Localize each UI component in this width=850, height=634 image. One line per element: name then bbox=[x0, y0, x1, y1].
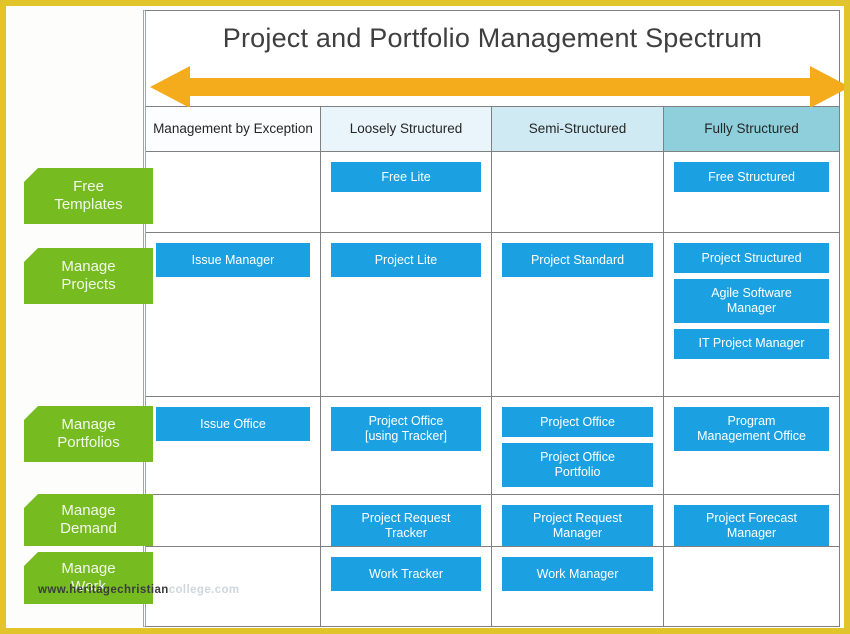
watermark-prefix: www. bbox=[38, 584, 70, 596]
cell-manage-projects-fully-structured: Project Structured Agile Software Manage… bbox=[664, 233, 839, 396]
cell-manage-projects-semi-structured: Project Standard bbox=[492, 233, 665, 396]
column-header-loosely-structured: Loosely Structured bbox=[320, 107, 492, 151]
product-chip[interactable]: Project Office bbox=[502, 407, 654, 437]
matrix-row-manage-work: Work Tracker Work Manager bbox=[146, 547, 839, 626]
row-label-manage-projects[interactable]: Manage Projects bbox=[24, 248, 153, 304]
product-chip[interactable]: Free Structured bbox=[674, 162, 829, 192]
row-label-free-templates[interactable]: Free Templates bbox=[24, 168, 153, 224]
column-header-fully-structured: Fully Structured bbox=[664, 107, 839, 151]
matrix-body: Free Lite Free Structured Issue Manager … bbox=[146, 152, 839, 626]
product-chip[interactable]: Work Manager bbox=[502, 557, 654, 591]
column-header-management-by-exception: Management by Exception bbox=[146, 107, 321, 151]
product-chip[interactable]: IT Project Manager bbox=[674, 328, 829, 359]
cell-free-templates-loosely-structured: Free Lite bbox=[321, 152, 492, 232]
watermark-mid: heritagechristian bbox=[69, 584, 169, 596]
product-chip[interactable]: Project Forecast Manager bbox=[674, 505, 829, 546]
spectrum-matrix: Project and Portfolio Management Spectru… bbox=[143, 10, 844, 627]
product-chip[interactable]: Project Request Tracker bbox=[330, 505, 481, 546]
product-chip[interactable]: Project Standard bbox=[502, 243, 654, 277]
page-title: Project and Portfolio Management Spectru… bbox=[222, 23, 763, 53]
matrix-row-manage-portfolios: Issue Office Project Office [using Track… bbox=[146, 397, 839, 495]
cell-free-templates-management-by-exception bbox=[146, 152, 321, 232]
cell-manage-portfolios-fully-structured: Program Management Office bbox=[664, 397, 839, 494]
matrix-row-manage-projects: Issue Manager Project Lite Project Stand… bbox=[146, 233, 839, 397]
cell-manage-work-loosely-structured: Work Tracker bbox=[321, 547, 492, 626]
product-chip[interactable]: Project Lite bbox=[330, 243, 481, 277]
product-chip[interactable]: Issue Office bbox=[156, 407, 310, 441]
cell-manage-work-semi-structured: Work Manager bbox=[492, 547, 665, 626]
product-chip[interactable]: Work Tracker bbox=[330, 557, 481, 591]
product-chip[interactable]: Issue Manager bbox=[156, 243, 310, 277]
cell-manage-projects-loosely-structured: Project Lite bbox=[321, 233, 492, 396]
cell-free-templates-semi-structured bbox=[492, 152, 665, 232]
column-header-row: Management by Exception Loosely Structur… bbox=[146, 107, 839, 152]
column-header-semi-structured: Semi-Structured bbox=[492, 107, 665, 151]
cell-manage-demand-loosely-structured: Project Request Tracker bbox=[321, 495, 492, 546]
product-chip[interactable]: Project Structured bbox=[674, 243, 829, 273]
matrix-row-free-templates: Free Lite Free Structured bbox=[146, 152, 839, 233]
cell-manage-work-fully-structured bbox=[664, 547, 839, 626]
product-chip[interactable]: Project Office Portfolio bbox=[502, 443, 654, 487]
product-chip[interactable]: Free Lite bbox=[330, 162, 481, 192]
product-chip[interactable]: Agile Software Manager bbox=[674, 279, 829, 323]
cell-manage-demand-management-by-exception bbox=[146, 495, 321, 546]
cell-manage-portfolios-management-by-exception: Issue Office bbox=[146, 397, 321, 494]
title-band: Project and Portfolio Management Spectru… bbox=[146, 11, 844, 108]
product-chip[interactable]: Program Management Office bbox=[674, 407, 829, 451]
cell-manage-demand-semi-structured: Project Request Manager bbox=[492, 495, 665, 546]
cell-manage-portfolios-loosely-structured: Project Office [using Tracker] bbox=[321, 397, 492, 494]
watermark-suffix: college.com bbox=[168, 584, 240, 596]
product-chip[interactable]: Project Request Manager bbox=[502, 505, 654, 546]
row-label-manage-portfolios[interactable]: Manage Portfolios bbox=[24, 406, 153, 462]
diagram-page: Project and Portfolio Management Spectru… bbox=[0, 0, 850, 634]
cell-manage-demand-fully-structured: Project Forecast Manager bbox=[664, 495, 839, 546]
cell-manage-projects-management-by-exception: Issue Manager bbox=[146, 233, 321, 396]
cell-manage-portfolios-semi-structured: Project Office Project Office Portfolio bbox=[492, 397, 665, 494]
row-label-manage-demand[interactable]: Manage Demand bbox=[24, 494, 153, 546]
watermark: www.heritagechristiancollege.com bbox=[38, 584, 240, 596]
matrix-row-manage-demand: Project Request Tracker Project Request … bbox=[146, 495, 839, 547]
cell-free-templates-fully-structured: Free Structured bbox=[664, 152, 839, 232]
double-headed-arrow-icon bbox=[150, 66, 844, 108]
row-label-manage-work[interactable]: Manage Work bbox=[24, 552, 153, 604]
product-chip[interactable]: Project Office [using Tracker] bbox=[330, 407, 481, 451]
